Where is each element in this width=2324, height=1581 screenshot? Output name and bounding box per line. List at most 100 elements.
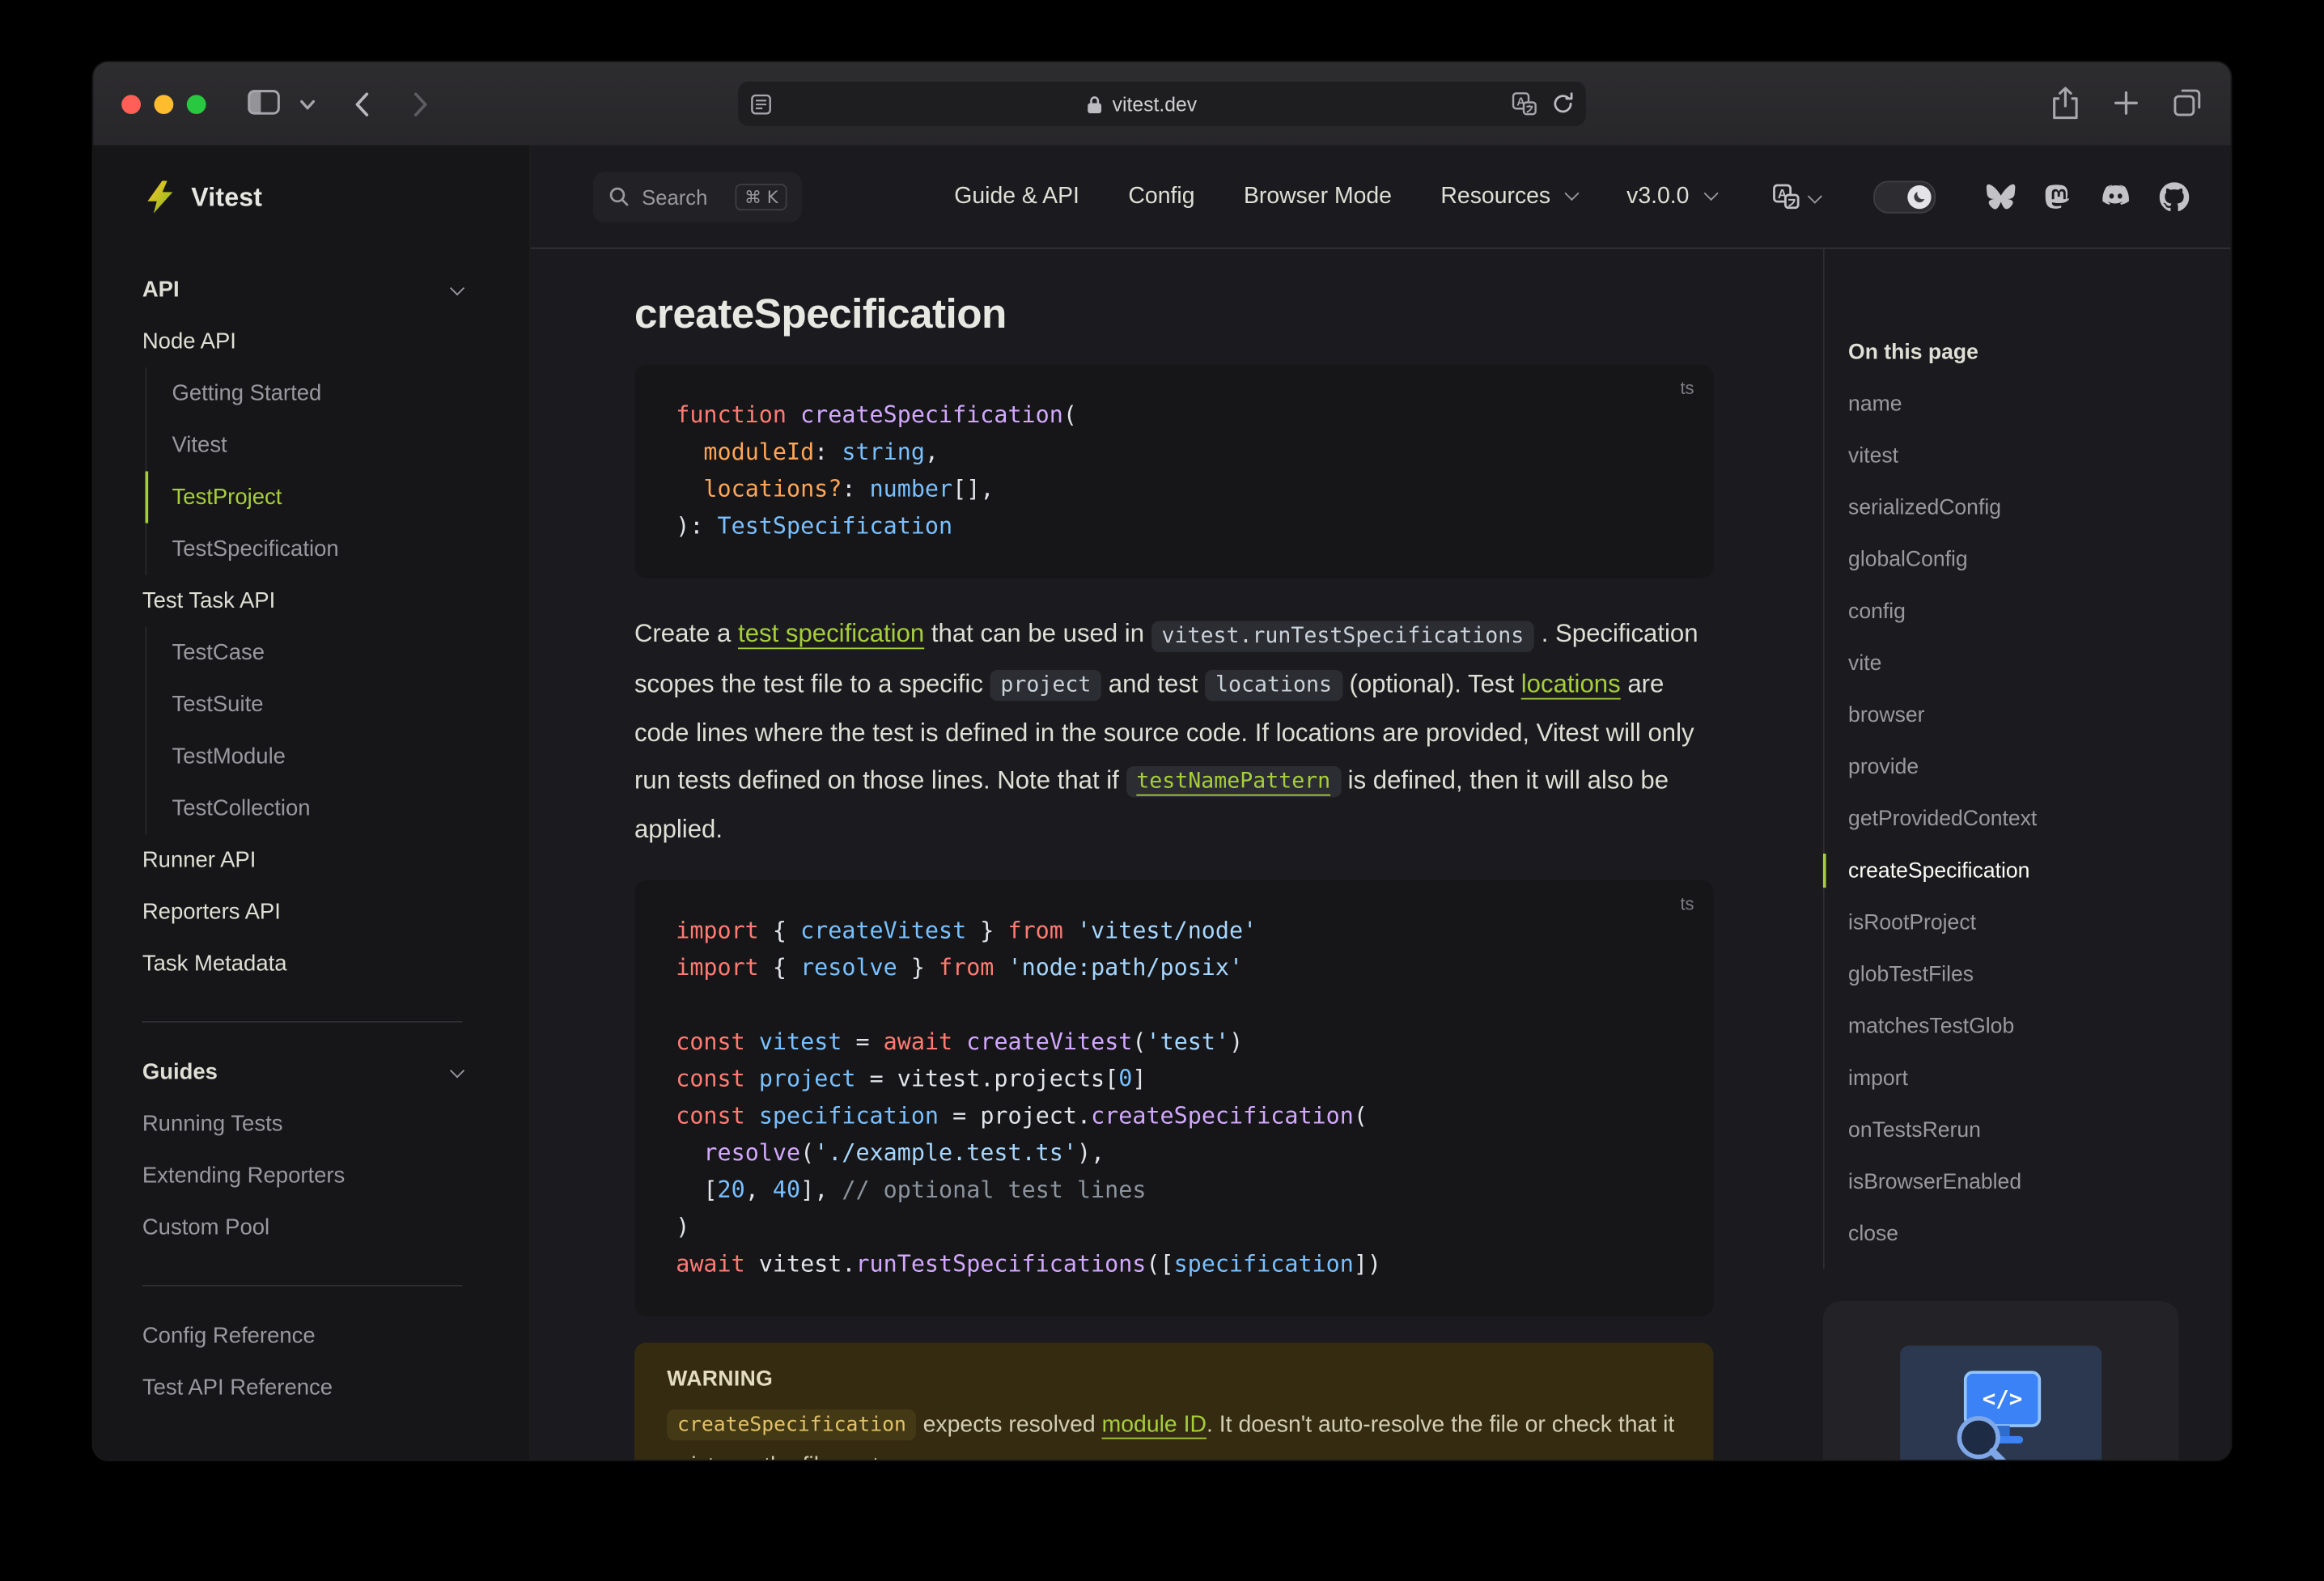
nav-link[interactable]: v3.0.0 [1626, 183, 1716, 210]
inline-code-link[interactable]: testNamePattern [1126, 765, 1341, 798]
outline-link-label: onTestsRerun [1848, 1117, 1981, 1142]
discord-icon[interactable] [2100, 184, 2131, 209]
outline-rail: On this page name vitest serializedConfi… [1822, 248, 2179, 1269]
monitor-code-icon: </> [1957, 1371, 2042, 1460]
sidebar-item-label: Task Metadata [142, 951, 287, 977]
outline-link-label: globTestFiles [1848, 962, 1974, 986]
close-button[interactable] [121, 94, 142, 114]
outline-link[interactable]: vitest [1848, 430, 2178, 481]
search-icon [609, 187, 629, 206]
new-tab-icon[interactable] [2114, 91, 2139, 116]
sidebar-item-label: TestCase [172, 640, 265, 666]
sponsor-card[interactable]: </> [1822, 1301, 2179, 1460]
translate-icon[interactable]: A [1512, 92, 1537, 116]
outline-link[interactable]: vite [1848, 638, 2178, 689]
reload-icon[interactable] [1552, 92, 1574, 116]
share-icon[interactable] [2051, 86, 2080, 121]
nav-link-label: Resources [1440, 183, 1551, 209]
outline-link[interactable]: isBrowserEnabled [1848, 1156, 2178, 1208]
outline-link[interactable]: getProvidedContext [1848, 793, 2178, 845]
inline-link[interactable]: test specification [738, 620, 924, 648]
outline-link[interactable]: createSpecification [1822, 845, 2178, 896]
svg-text:</>: </> [1983, 1387, 2023, 1412]
description-paragraph: Create a test specification that can be … [634, 619, 1698, 844]
inline-code: locations [1205, 669, 1342, 701]
social-links [1986, 181, 2190, 211]
sidebar-item-label: Test API Reference [142, 1375, 333, 1401]
sidebar-item[interactable]: Test Task API [142, 575, 463, 627]
outline-link[interactable]: globTestFiles [1848, 948, 2178, 1000]
nav-link[interactable]: Resources [1440, 183, 1577, 210]
sidebar-item[interactable]: Vitest [145, 419, 462, 472]
lock-icon [1088, 95, 1102, 113]
sidebar-item[interactable]: TestSpecification [145, 523, 462, 575]
nav-link-label: Browser Mode [1243, 183, 1392, 209]
search-button[interactable]: Search ⌘ K [592, 171, 802, 222]
sidebar-item[interactable]: TestSuite [145, 678, 462, 731]
theme-toggle[interactable] [1873, 180, 1936, 213]
sidebar-toggle-icon[interactable] [248, 89, 280, 116]
outline-link-label: close [1848, 1222, 1899, 1246]
language-button[interactable]: A [1773, 183, 1821, 210]
nav-link[interactable]: Browser Mode [1244, 183, 1392, 210]
outline-link[interactable]: import [1848, 1052, 2178, 1104]
sidebar-item[interactable]: Node API [142, 316, 463, 367]
sidebar-section-guides: Running Tests Extending Reporters Custom… [142, 1098, 463, 1253]
sidebar-group-guides[interactable]: Guides [142, 1046, 463, 1098]
sidebar-item[interactable]: Test API Reference [142, 1362, 463, 1414]
search-shortcut: ⌘ K [736, 183, 787, 210]
outline-link-label: getProvidedContext [1848, 807, 2038, 831]
chevron-down-icon[interactable] [299, 100, 316, 112]
sidebar-item[interactable]: Getting Started [145, 367, 462, 420]
bluesky-icon[interactable] [1986, 183, 2016, 210]
sidebar-item[interactable]: Task Metadata [142, 938, 463, 990]
sidebar-group-api[interactable]: API [142, 264, 463, 316]
nav-link[interactable]: Config [1128, 183, 1194, 210]
sidebar-item[interactable]: Custom Pool [142, 1202, 463, 1253]
sidebar-item-label: TestSuite [172, 692, 264, 718]
outline-link-label: isBrowserEnabled [1848, 1170, 2022, 1194]
sidebar-item[interactable]: TestModule [145, 730, 462, 783]
outline-link[interactable]: close [1848, 1208, 2178, 1260]
outline-link[interactable]: serializedConfig [1848, 481, 2178, 533]
sidebar-item[interactable]: TestProject [145, 471, 462, 523]
sidebar-item[interactable]: Config Reference [142, 1310, 463, 1362]
webpage: Vitest API Node API Getting Started Vite… [93, 145, 2231, 1460]
outline-link[interactable]: provide [1848, 741, 2178, 793]
site-logo[interactable]: Vitest [142, 145, 463, 248]
outline-link[interactable]: config [1848, 585, 2178, 637]
forward-icon[interactable] [413, 92, 428, 117]
outline-link[interactable]: matchesTestGlob [1848, 1000, 2178, 1052]
mastodon-icon[interactable] [2044, 181, 2072, 211]
back-icon[interactable] [354, 92, 369, 117]
group-title: Guides [142, 1059, 218, 1085]
warning-body: createSpecification expects resolved mod… [667, 1404, 1681, 1460]
inline-link[interactable]: locations [1521, 669, 1621, 697]
outline-link[interactable]: isRootProject [1848, 896, 2178, 948]
sidebar-item-label: TestSpecification [172, 536, 339, 562]
outline-link[interactable]: name [1848, 378, 2178, 430]
outline-link[interactable]: browser [1848, 689, 2178, 741]
code-lang-badge: ts [1680, 892, 1694, 914]
page-settings-icon[interactable] [750, 92, 772, 114]
nav-link[interactable]: Guide & API [954, 183, 1079, 210]
outline-link-label: isRootProject [1848, 910, 1976, 935]
sidebar-item[interactable]: Running Tests [142, 1098, 463, 1150]
sidebar-section-references: Config Reference Test API Reference [142, 1310, 463, 1414]
minimize-button[interactable] [154, 94, 174, 114]
docs-sidebar: Vitest API Node API Getting Started Vite… [93, 145, 531, 1460]
sidebar-item[interactable]: TestCase [145, 626, 462, 679]
nav-link-label: Guide & API [954, 183, 1079, 209]
zoom-button[interactable] [186, 94, 206, 114]
sidebar-item[interactable]: Extending Reporters [142, 1150, 463, 1202]
inline-link[interactable]: module ID [1102, 1412, 1207, 1437]
tab-overview-icon[interactable] [2173, 87, 2203, 117]
sidebar-item[interactable]: TestCollection [145, 782, 462, 835]
sidebar-item-label: Running Tests [142, 1111, 283, 1137]
github-icon[interactable] [2159, 181, 2190, 211]
address-bar[interactable]: vitest.dev A [738, 81, 1586, 126]
outline-link[interactable]: globalConfig [1848, 533, 2178, 585]
sidebar-item[interactable]: Runner API [142, 834, 463, 886]
outline-link[interactable]: onTestsRerun [1848, 1104, 2178, 1156]
sidebar-item[interactable]: Reporters API [142, 886, 463, 938]
